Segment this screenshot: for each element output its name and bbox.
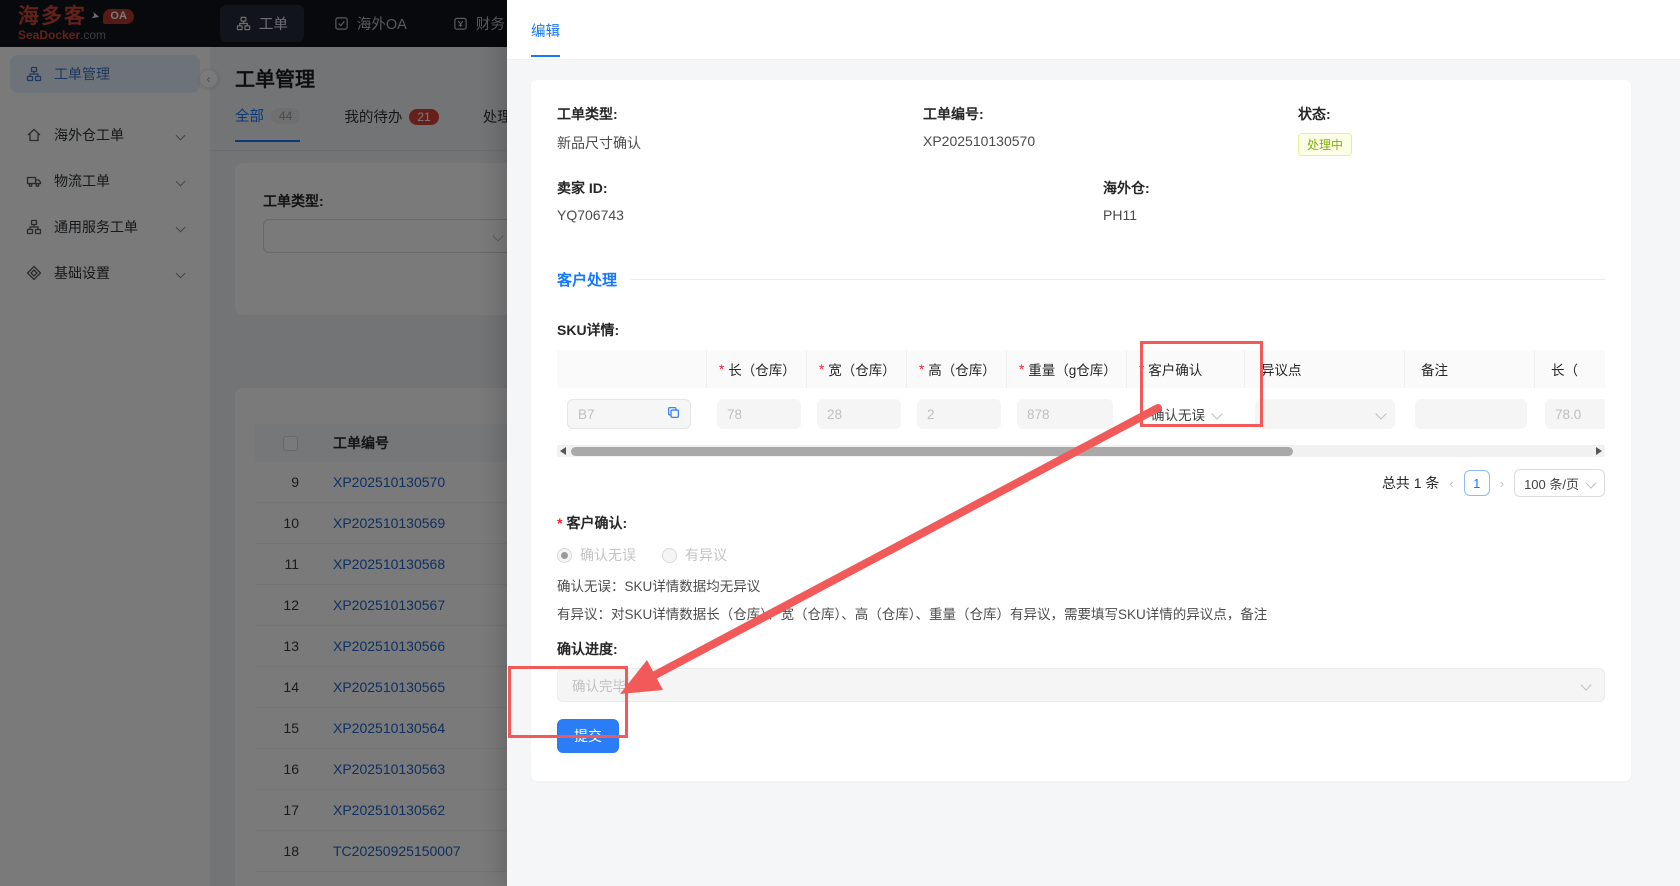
chevron-down-icon xyxy=(1211,408,1222,419)
scroll-left-icon[interactable] xyxy=(560,447,566,455)
next-page-icon[interactable]: › xyxy=(1500,476,1504,491)
sku-col-length: *长（仓库） 78 xyxy=(707,350,807,440)
sku-col-weight: *重量（g仓库） 878 xyxy=(1007,350,1127,440)
weight-input: 878 xyxy=(1017,399,1113,429)
sku-col-remark: 备注 xyxy=(1405,350,1535,440)
sku-col-sku: B7 xyxy=(557,350,707,440)
progress-select: 确认完毕 xyxy=(557,668,1605,702)
info-row-1: 工单类型: 新品尺寸确认 工单编号: XP202510130570 状态: 处理… xyxy=(557,104,1605,156)
customer-confirm-select[interactable]: 确认无误 xyxy=(1137,404,1221,424)
customer-confirm-block: *客户确认: 确认无误 有异议 确认无误：SKU详情数据均无异议 有异议：对SK… xyxy=(557,513,1605,623)
field-order-type: 工单类型: 新品尺寸确认 xyxy=(557,104,923,156)
sku-pagination: 总共 1 条 ‹ 1 › 100 条/页 xyxy=(557,469,1605,497)
progress-label: 确认进度: xyxy=(557,639,1605,659)
length-input: 78 xyxy=(717,399,801,429)
pagination-total: 总共 1 条 xyxy=(1382,473,1440,493)
page-size-select[interactable]: 100 条/页 xyxy=(1514,469,1605,497)
radio-unchecked-icon xyxy=(662,548,677,563)
scroll-right-icon[interactable] xyxy=(1596,447,1602,455)
remark-input xyxy=(1415,399,1527,429)
sku-col-length-2: 长（ 78.0 xyxy=(1535,350,1605,440)
sku-col-dispute: 异议点 xyxy=(1245,350,1405,440)
radio-no-dispute: 确认无误 xyxy=(557,545,636,565)
copy-icon[interactable] xyxy=(667,406,680,422)
dispute-select xyxy=(1255,399,1395,429)
drawer-tab-strip: 编辑 xyxy=(507,0,1680,60)
customer-handling-section: 客户处理 xyxy=(557,269,1605,290)
confirm-radio-group: 确认无误 有异议 xyxy=(557,545,1605,565)
height-input: 2 xyxy=(917,399,1001,429)
sku-col-width: *宽（仓库） 28 xyxy=(807,350,907,440)
horizontal-scrollbar[interactable] xyxy=(557,445,1605,457)
field-status: 状态: 处理中 xyxy=(1298,104,1605,156)
edit-drawer: 编辑 工单类型: 新品尺寸确认 工单编号: XP202510130570 状态:… xyxy=(507,0,1680,886)
confirm-help-2: 有异议：对SKU详情数据长（仓库）、宽（仓库）、高（仓库）、重量（仓库）有异议，… xyxy=(557,603,1605,623)
sku-detail-label: SKU详情: xyxy=(557,320,1605,340)
prev-page-icon[interactable]: ‹ xyxy=(1449,476,1453,491)
sku-col-height: *高（仓库） 2 xyxy=(907,350,1007,440)
scrollbar-thumb[interactable] xyxy=(571,447,1293,456)
status-badge: 处理中 xyxy=(1298,133,1352,156)
chevron-down-icon xyxy=(1585,477,1596,488)
sku-col-customer-confirm: *客户确认 确认无误 xyxy=(1127,350,1245,440)
chevron-down-icon xyxy=(1580,679,1591,690)
length2-input: 78.0 xyxy=(1545,399,1605,429)
confirm-help-1: 确认无误：SKU详情数据均无异议 xyxy=(557,575,1605,595)
confirm-label: 客户确认: xyxy=(566,515,627,531)
tab-edit[interactable]: 编辑 xyxy=(531,20,560,57)
field-warehouse: 海外仓: PH11 xyxy=(1103,178,1605,223)
sku-code-input: B7 xyxy=(567,399,691,429)
radio-has-dispute: 有异议 xyxy=(662,545,727,565)
field-seller-id: 卖家 ID: YQ706743 xyxy=(557,178,1103,223)
field-order-no: 工单编号: XP202510130570 xyxy=(923,104,1298,156)
chevron-down-icon xyxy=(1375,408,1386,419)
submit-button[interactable]: 提交 xyxy=(557,719,619,753)
edit-form-card: 工单类型: 新品尺寸确认 工单编号: XP202510130570 状态: 处理… xyxy=(531,80,1631,781)
radio-checked-icon xyxy=(557,548,572,563)
sku-detail-table: B7 *长（仓库） 78 *宽（仓库） 28 *高（仓库） 2 xyxy=(557,350,1605,457)
page-number-button[interactable]: 1 xyxy=(1464,470,1490,496)
section-divider xyxy=(631,279,1605,280)
info-row-2: 卖家 ID: YQ706743 海外仓: PH11 xyxy=(557,178,1605,223)
width-input: 28 xyxy=(817,399,901,429)
